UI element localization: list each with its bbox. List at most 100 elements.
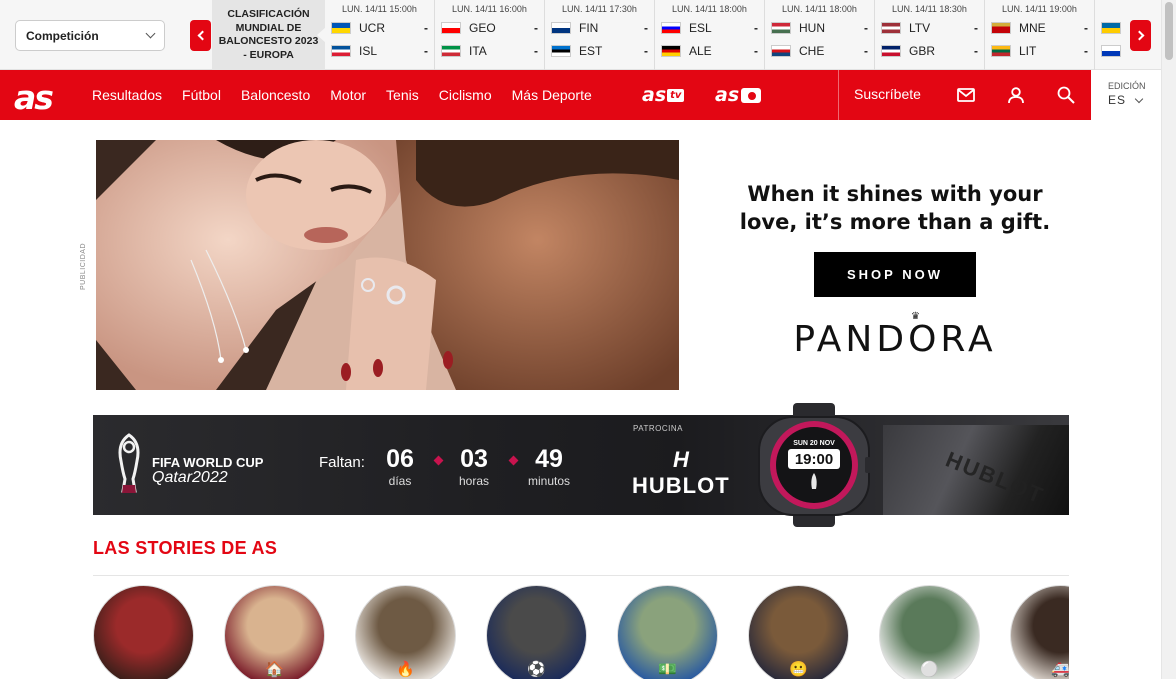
flag-icon: [661, 44, 681, 57]
game-card[interactable]: LUN. 14/11 16:00h GEO - ITA -: [435, 0, 545, 70]
chevron-right-icon: [1134, 30, 1144, 41]
team-score: -: [754, 43, 758, 58]
story-avatar[interactable]: 🚑: [1010, 585, 1069, 679]
scores-prev-button[interactable]: [190, 20, 211, 51]
countdown-hours: 03 horas: [453, 445, 495, 488]
hublot-logo: HUBLOT: [632, 473, 730, 498]
search-button[interactable]: [1056, 85, 1076, 105]
nav-item-ciclismo[interactable]: Ciclismo: [439, 87, 492, 103]
newsletter-button[interactable]: [956, 85, 976, 105]
nav-menu: Resultados Fútbol Baloncesto Motor Tenis Cicl…: [92, 70, 612, 120]
countdown-days-label: días: [388, 474, 412, 488]
team-score: -: [1084, 20, 1088, 35]
world-cup-title-line2: Qatar2022: [152, 469, 228, 486]
game-date: LUN. 14/11 18:00h: [782, 4, 857, 14]
scrollbar[interactable]: [1161, 0, 1176, 679]
competition-select-label: Competición: [26, 28, 99, 43]
game-team-row: GEO -: [435, 16, 544, 39]
story-avatar[interactable]: ⚽: [486, 585, 587, 679]
game-card[interactable]: LUN.: [1095, 0, 1130, 70]
flag-icon: [551, 21, 571, 34]
countdown-minutes: 49 minutos: [523, 445, 575, 488]
nav-item-más-deporte[interactable]: Más Deporte: [512, 87, 592, 103]
shop-now-button[interactable]: SHOP NOW: [814, 252, 976, 297]
story-avatar[interactable]: 🏠: [224, 585, 325, 679]
team-code: ITA: [469, 43, 487, 58]
team-score: -: [754, 20, 758, 35]
pandora-wordmark: PANDORA: [793, 319, 997, 360]
edition-selector[interactable]: EDICIÓN ES: [1091, 70, 1161, 120]
game-team-row: CHE -: [765, 39, 874, 62]
game-card[interactable]: LUN. 14/11 17:30h FIN - EST -: [545, 0, 655, 70]
flag-icon: [1101, 21, 1121, 34]
game-team-row: EST -: [545, 39, 654, 62]
as-tv-link[interactable]: as tv: [642, 84, 685, 106]
crown-icon: ♛: [911, 311, 924, 322]
as-logo[interactable]: as: [14, 78, 54, 117]
game-date: LUN. 14/11 18:30h: [892, 4, 967, 14]
game-date: LUN.: [1095, 4, 1130, 16]
nav-item-fútbol[interactable]: Fútbol: [182, 87, 221, 103]
game-date: LUN. 14/11 15:00h: [342, 4, 417, 14]
story-emoji: ⚪: [920, 661, 939, 678]
scrollbar-thumb[interactable]: [1165, 2, 1173, 60]
world-cup-countdown-banner[interactable]: FIFA WORLD CUP Qatar2022 Faltan: 06 días…: [93, 403, 1069, 527]
search-icon: [1057, 86, 1075, 104]
countdown-separator: [508, 455, 519, 466]
scores-next-button[interactable]: [1130, 20, 1151, 51]
competition-select[interactable]: Competición: [15, 20, 165, 51]
story-emoji: ⚽: [527, 661, 546, 678]
team-code: ALE: [689, 43, 712, 58]
flag-icon: [441, 21, 461, 34]
team-score: -: [424, 43, 428, 58]
story-emoji: 🔥: [396, 661, 415, 678]
team-score: -: [644, 20, 648, 35]
flag-icon: [991, 44, 1011, 57]
team-code: LIT: [1019, 43, 1037, 58]
game-team-row: MNE -: [985, 16, 1094, 39]
world-cup-trophy-icon: [118, 433, 140, 493]
world-cup-title-line1: FIFA WORLD CUP: [152, 455, 264, 470]
team-score: -: [864, 20, 868, 35]
game-card[interactable]: LUN. 14/11 19:00h MNE - LIT -: [985, 0, 1095, 70]
flag-icon: [881, 44, 901, 57]
game-card[interactable]: LUN. 14/11 18:30h LTV - GBR -: [875, 0, 985, 70]
flag-icon: [771, 21, 791, 34]
story-avatar[interactable]: 💵: [617, 585, 718, 679]
story-avatar[interactable]: 😬: [748, 585, 849, 679]
camera-icon: [741, 87, 762, 103]
game-card[interactable]: LUN. 14/11 18:00h ESL - ALE -: [655, 0, 765, 70]
game-team-row: ISL -: [325, 39, 434, 62]
ad-headline-2: love, it’s more than a gift.: [739, 210, 1051, 234]
ad-image[interactable]: [96, 140, 679, 390]
game-card[interactable]: LUN. 14/11 18:00h HUN - CHE -: [765, 0, 875, 70]
chevron-down-icon: [1134, 94, 1144, 103]
team-code: LTV: [909, 20, 931, 35]
nav-item-tenis[interactable]: Tenis: [386, 87, 419, 103]
game-card[interactable]: LUN. 14/11 15:00h UCR - ISL -: [325, 0, 435, 70]
story-avatar[interactable]: 🔥: [355, 585, 456, 679]
nav-item-resultados[interactable]: Resultados: [92, 87, 162, 103]
user-account-button[interactable]: [1006, 85, 1026, 105]
game-date: LUN. 14/11 19:00h: [1002, 4, 1077, 14]
main-nav: as Resultados Fútbol Baloncesto Motor Tenis C…: [0, 70, 1161, 120]
ad-copy: When it shines with your love, it’s more…: [710, 180, 1080, 360]
story-avatar[interactable]: ⚪: [879, 585, 980, 679]
team-score: -: [534, 20, 538, 35]
story-avatar[interactable]: [93, 585, 194, 679]
game-team-row: UCR -: [325, 16, 434, 39]
nav-item-baloncesto[interactable]: Baloncesto: [241, 87, 310, 103]
team-code: MNE: [1019, 20, 1046, 35]
story-emoji: 🚑: [1051, 661, 1069, 678]
game-team-row: ESL -: [655, 16, 764, 39]
flag-icon: [1101, 44, 1121, 57]
user-icon: [1008, 87, 1024, 104]
nav-item-motor[interactable]: Motor: [330, 87, 366, 103]
game-date: LUN. 14/11 18:00h: [672, 4, 747, 14]
competition-title: CLASIFICACIÓN MUNDIAL DE BALONCESTO 2023…: [212, 0, 325, 70]
subscribe-link[interactable]: Suscríbete: [854, 86, 921, 102]
as-foto-link[interactable]: as: [715, 84, 762, 106]
game-date: LUN. 14/11 16:00h: [452, 4, 527, 14]
world-cup-title: FIFA WORLD CUP Qatar2022: [152, 455, 264, 486]
pandora-logo[interactable]: ♛ PANDORA: [710, 311, 1080, 360]
